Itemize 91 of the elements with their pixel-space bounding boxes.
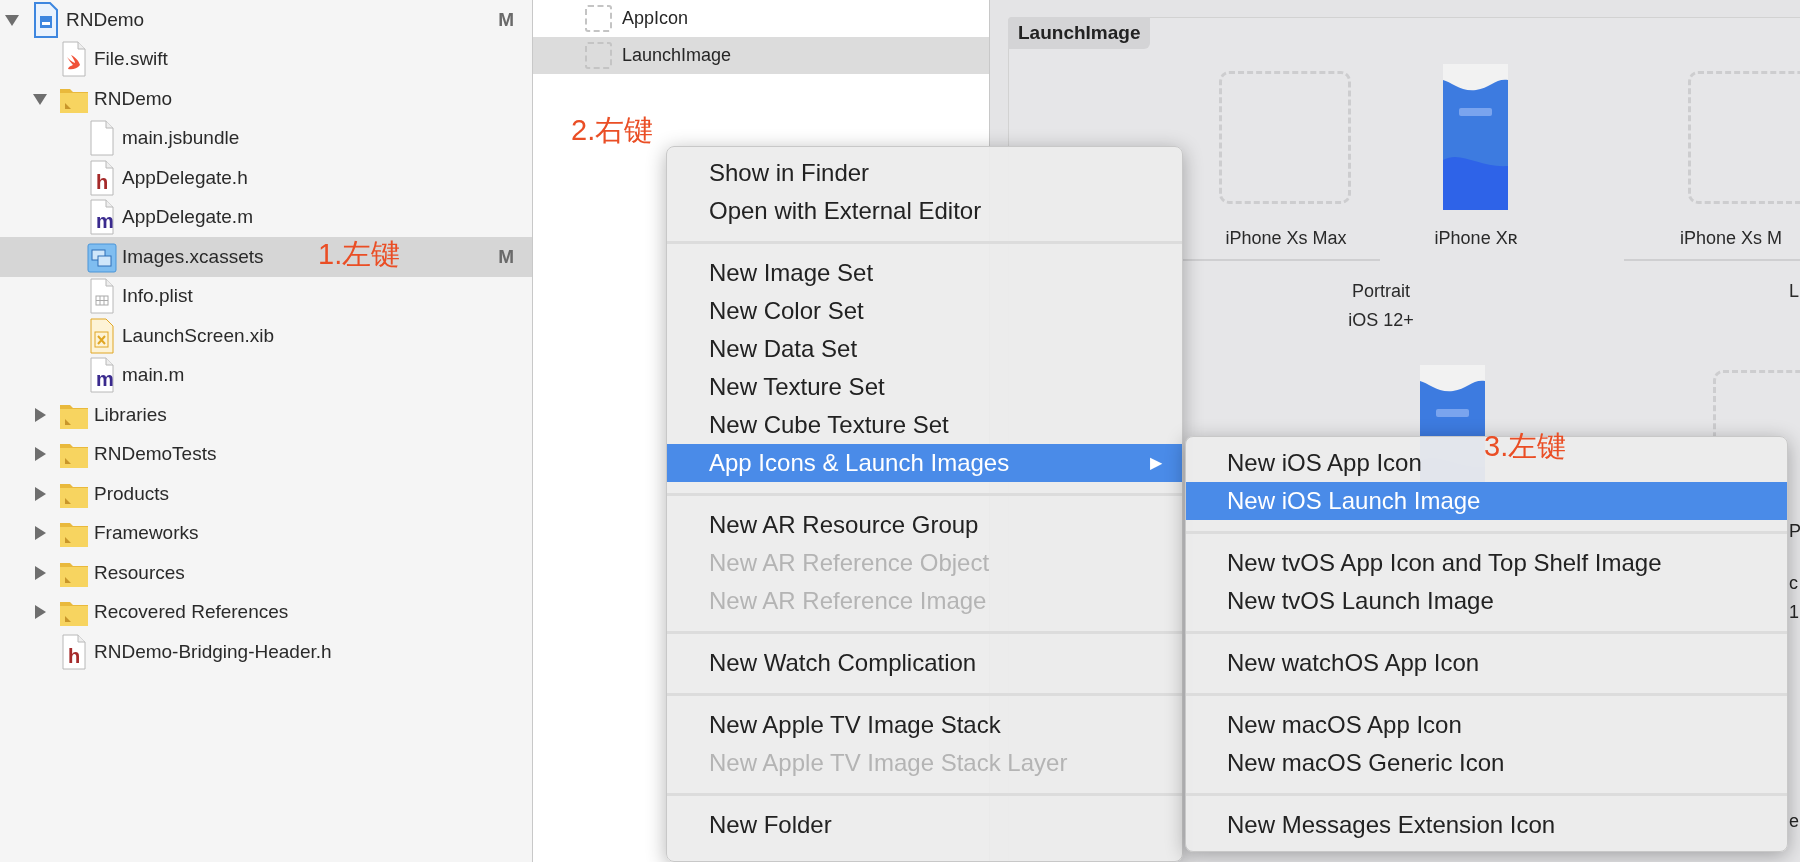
set-title: LaunchImage bbox=[1008, 17, 1151, 49]
empty-asset-icon bbox=[585, 5, 612, 32]
file-name: Images.xcassets bbox=[122, 244, 264, 269]
version-label: iOS 12+ bbox=[1348, 309, 1414, 332]
navigator-row[interactable]: RNDemo M bbox=[0, 0, 532, 40]
header-file-icon: h bbox=[87, 159, 117, 196]
empty-asset-icon bbox=[585, 42, 612, 69]
menu-item[interactable]: New Folder bbox=[709, 807, 832, 843]
navigator-row[interactable]: Info.plist bbox=[0, 276, 532, 316]
file-icon bbox=[87, 120, 117, 157]
navigator-row[interactable]: m AppDelegate.m bbox=[0, 197, 532, 237]
menu-item[interactable]: New iOS App Icon bbox=[1227, 445, 1422, 481]
header-file-icon: h bbox=[59, 633, 89, 670]
menu-label: App Icons & Launch Images bbox=[709, 448, 1010, 478]
orientation-label: L bbox=[1789, 281, 1799, 301]
expand-triangle-icon[interactable] bbox=[33, 486, 47, 501]
file-name: RNDemoTests bbox=[94, 442, 217, 466]
navigator-row[interactable]: RNDemo bbox=[0, 79, 532, 119]
menu-item[interactable]: New AR Resource Group bbox=[709, 507, 979, 543]
file-name: main.jsbundle bbox=[122, 126, 240, 150]
file-name: Frameworks bbox=[94, 521, 199, 545]
menu-item[interactable]: New Image Set bbox=[709, 255, 874, 291]
status-label: M bbox=[498, 7, 514, 32]
navigator-row[interactable]: m main.m bbox=[0, 355, 532, 395]
expand-triangle-icon[interactable] bbox=[33, 565, 47, 580]
menu-item[interactable]: New Data Set bbox=[709, 331, 858, 367]
navigator-row[interactable]: Frameworks bbox=[0, 513, 532, 553]
expand-triangle-icon[interactable] bbox=[33, 526, 47, 541]
menu-item[interactable]: New tvOS Launch Image bbox=[1227, 583, 1494, 619]
file-name: Recovered References bbox=[94, 600, 289, 624]
file-name: main.m bbox=[122, 363, 185, 387]
file-name: AppDelegate.h bbox=[122, 165, 248, 190]
annotation: 3.左键 bbox=[1484, 432, 1567, 461]
menu-item[interactable]: New macOS App Icon bbox=[1227, 707, 1462, 743]
file-name: Resources bbox=[94, 560, 185, 585]
slot-label: iPhone Xʀ bbox=[1434, 227, 1518, 250]
cut-text: P bbox=[1789, 522, 1800, 540]
annotation: 1.左键 bbox=[318, 240, 401, 269]
navigator-row[interactable]: Products bbox=[0, 474, 532, 514]
swift-file-icon bbox=[59, 41, 89, 78]
collapse-triangle-icon[interactable] bbox=[33, 91, 47, 106]
navigator-row[interactable]: h AppDelegate.h bbox=[0, 158, 532, 198]
navigator-row[interactable]: Resources bbox=[0, 553, 532, 593]
orientation-label: Portrait bbox=[1352, 280, 1410, 303]
asset-row[interactable]: AppIcon bbox=[533, 0, 989, 37]
cut-text: 1 bbox=[1789, 603, 1799, 621]
menu-item[interactable]: New Apple TV Image Stack bbox=[709, 707, 1001, 743]
source-file-icon: m bbox=[87, 357, 117, 394]
expand-triangle-icon[interactable] bbox=[33, 407, 47, 422]
file-name: RNDemo-Bridging-Header.h bbox=[94, 639, 332, 664]
asset-name: AppIcon bbox=[622, 7, 689, 30]
menu-item[interactable]: New Color Set bbox=[709, 293, 864, 329]
navigator-row[interactable]: RNDemoTests bbox=[0, 434, 532, 474]
source-file-icon: m bbox=[87, 199, 117, 236]
plist-file-icon bbox=[87, 278, 117, 315]
menu-item[interactable]: Open with External Editor bbox=[709, 193, 982, 229]
navigator-row[interactable]: h RNDemo-Bridging-Header.h bbox=[0, 632, 532, 672]
menu-item[interactable]: New Messages Extension Icon bbox=[1227, 807, 1556, 843]
file-name: LaunchScreen.xib bbox=[122, 323, 275, 348]
cut-text: c bbox=[1789, 574, 1798, 592]
collapse-triangle-icon[interactable] bbox=[5, 12, 19, 27]
navigator-row[interactable]: File.swift bbox=[0, 39, 532, 79]
menu-item[interactable]: New Watch Complication bbox=[709, 645, 977, 681]
slot-label: iPhone Xs M bbox=[1679, 227, 1783, 250]
file-name: AppDelegate.m bbox=[122, 205, 253, 229]
file-name: RNDemo bbox=[94, 86, 173, 111]
navigator-row[interactable]: Recovered References bbox=[0, 592, 532, 632]
file-name: Info.plist bbox=[122, 284, 193, 308]
interface-file-icon bbox=[87, 317, 117, 354]
status-label: M bbox=[498, 244, 514, 269]
menu-item[interactable]: Show in Finder bbox=[709, 155, 870, 191]
menu-item[interactable]: New macOS Generic Icon bbox=[1227, 745, 1505, 781]
navigator-row[interactable]: Libraries bbox=[0, 395, 532, 435]
file-name: Products bbox=[94, 481, 169, 506]
menu-item[interactable]: New Texture Set bbox=[709, 369, 885, 405]
menu-item[interactable]: New watchOS App Icon bbox=[1227, 645, 1480, 681]
file-name: RNDemo bbox=[66, 7, 145, 32]
submenu-arrow-icon: ▶ bbox=[1150, 451, 1162, 475]
expand-triangle-icon[interactable] bbox=[33, 447, 47, 462]
menu-item[interactable]: New tvOS App Icon and Top Shelf Image bbox=[1227, 545, 1662, 581]
navigator-row[interactable]: main.jsbundle bbox=[0, 118, 532, 158]
annotation: 2.右键 bbox=[571, 116, 654, 145]
slot-label: iPhone Xs Max bbox=[1225, 227, 1347, 250]
file-name: File.swift bbox=[94, 47, 168, 71]
asset-row[interactable]: LaunchImage bbox=[533, 37, 989, 74]
file-name: Libraries bbox=[94, 402, 167, 427]
navigator-row[interactable]: LaunchScreen.xib bbox=[0, 316, 532, 356]
expand-triangle-icon[interactable] bbox=[33, 605, 47, 620]
asset-name: LaunchImage bbox=[622, 44, 732, 67]
menu-item[interactable]: New Cube Texture Set bbox=[709, 407, 949, 443]
cut-text: e bbox=[1789, 812, 1799, 830]
